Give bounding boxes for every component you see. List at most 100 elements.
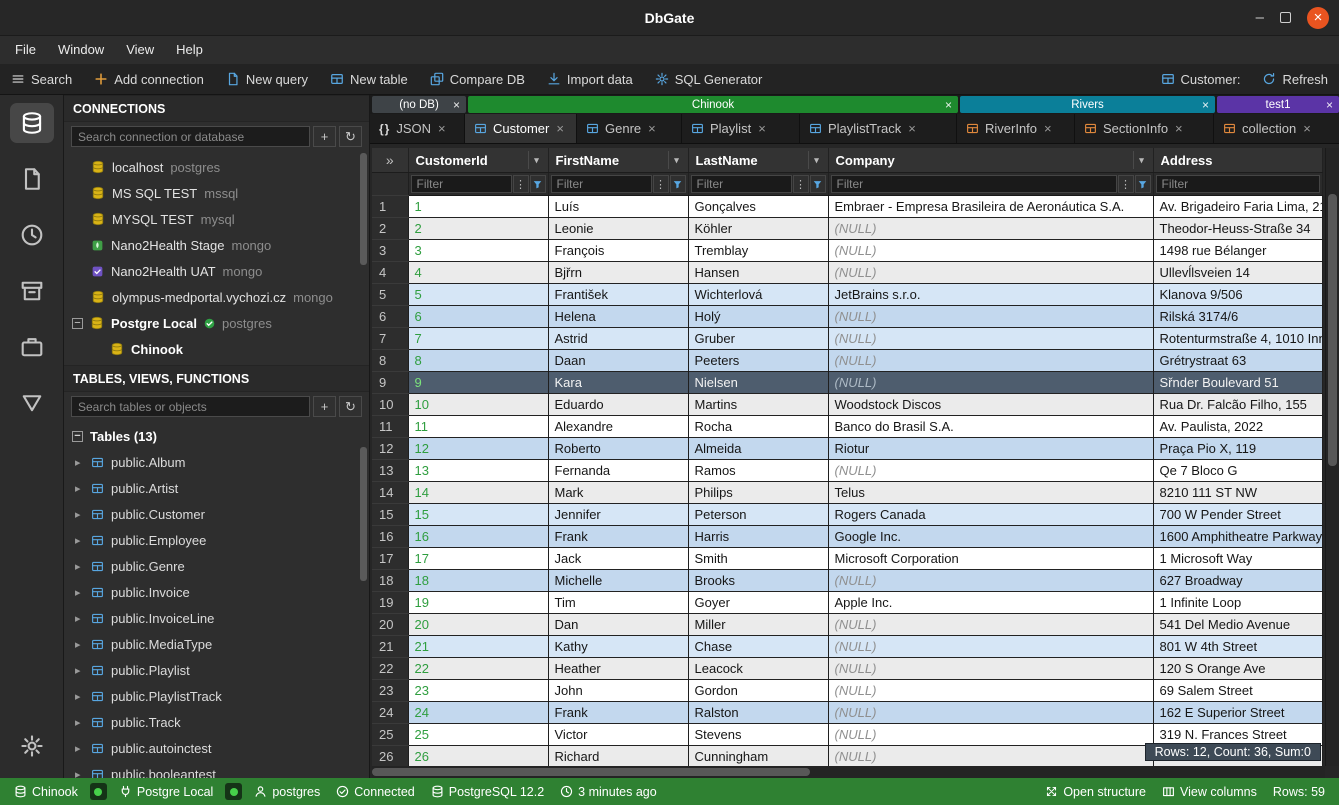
chevron-right-icon[interactable]: ▸ [75,664,84,677]
cell-company[interactable]: (NULL) [828,702,1153,724]
filter-input-lastname[interactable] [691,175,792,193]
cell-address[interactable]: 1498 rue Bélanger [1153,240,1323,262]
toolbar-customer[interactable]: Customer: [1150,64,1252,94]
objects-search-input[interactable] [71,396,310,417]
dbgroup-rivers[interactable]: Rivers× [960,96,1215,113]
table-item-public-genre[interactable]: ▸public.Genre [64,553,369,579]
cell-firstname[interactable]: Jack [548,548,688,570]
cell-lastname[interactable]: Gruber [688,328,828,350]
cell-company[interactable]: Riotur [828,438,1153,460]
cell-firstname[interactable]: Dan [548,614,688,636]
row-number[interactable]: 6 [372,306,408,328]
cell-lastname[interactable]: Smith [688,548,828,570]
connections-search-input[interactable] [71,126,310,147]
cell-address[interactable]: 120 S Orange Ave [1153,658,1323,680]
close-icon[interactable]: × [1175,121,1183,136]
cell-customerid[interactable]: 12 [408,438,548,460]
cell-lastname[interactable]: Goyer [688,592,828,614]
filter-input-firstname[interactable] [551,175,652,193]
connections-scrollbar[interactable] [360,153,367,265]
row-number[interactable]: 2 [372,218,408,240]
cell-firstname[interactable]: Frank [548,702,688,724]
expand-columns-button[interactable]: » [372,148,408,173]
cell-company[interactable]: Woodstock Discos [828,394,1153,416]
cell-customerid[interactable]: 23 [408,680,548,702]
cell-address[interactable]: Klanova 9/506 [1153,284,1323,306]
row-number[interactable]: 19 [372,592,408,614]
close-icon[interactable]: × [1202,98,1209,112]
cell-firstname[interactable]: Leonie [548,218,688,240]
kebab-menu-icon[interactable]: ⋮ [793,175,809,193]
close-icon[interactable]: × [1044,121,1052,136]
cell-address[interactable]: 1 Infinite Loop [1153,592,1323,614]
cell-customerid[interactable]: 6 [408,306,548,328]
cell-firstname[interactable]: John [548,680,688,702]
nav-filter-icon[interactable] [10,383,54,423]
cell-customerid[interactable]: 3 [408,240,548,262]
cell-company[interactable]: Embraer - Empresa Brasileira de Aeronáut… [828,196,1153,218]
grid-vertical-scrollbar[interactable] [1325,148,1339,766]
filter-input-customerid[interactable] [411,175,512,193]
row-number[interactable]: 12 [372,438,408,460]
cell-address[interactable]: Qe 7 Bloco G [1153,460,1323,482]
column-header-address[interactable]: Address [1153,148,1323,173]
menu-window[interactable]: Window [47,36,115,64]
nav-briefcase-icon[interactable] [10,327,54,367]
scrollbar-thumb[interactable] [1328,194,1337,466]
table-item-public-booleantest[interactable]: ▸public.booleantest [64,761,369,778]
chevron-down-icon[interactable]: ▾ [1133,151,1150,169]
cell-company[interactable]: (NULL) [828,570,1153,592]
cell-lastname[interactable]: Almeida [688,438,828,460]
toolbar-refresh[interactable]: Refresh [1251,64,1339,94]
menu-view[interactable]: View [115,36,165,64]
chevron-right-icon[interactable]: ▸ [75,456,84,469]
chevron-right-icon[interactable]: ▸ [75,690,84,703]
table-item-public-employee[interactable]: ▸public.Employee [64,527,369,553]
cell-address[interactable]: Rotenturmstraße 4, 1010 Innere Stadt [1153,328,1323,350]
cell-lastname[interactable]: Cunningham [688,746,828,768]
tab-collection[interactable]: collection× [1214,114,1339,143]
cell-firstname[interactable]: Tim [548,592,688,614]
cell-firstname[interactable]: Victor [548,724,688,746]
cell-address[interactable]: 700 W Pender Street [1153,504,1323,526]
chevron-right-icon[interactable]: ▸ [75,560,84,573]
cell-firstname[interactable]: Heather [548,658,688,680]
grid-horizontal-scrollbar[interactable] [372,766,1325,778]
cell-customerid[interactable]: 5 [408,284,548,306]
funnel-icon[interactable] [670,175,686,193]
cell-company[interactable]: (NULL) [828,460,1153,482]
chevron-right-icon[interactable]: ▸ [75,742,84,755]
nav-database-icon[interactable] [10,103,54,143]
cell-customerid[interactable]: 13 [408,460,548,482]
cell-firstname[interactable]: Michelle [548,570,688,592]
close-icon[interactable]: × [556,121,564,136]
nav-history-icon[interactable] [10,215,54,255]
cell-company[interactable]: (NULL) [828,328,1153,350]
cell-company[interactable]: JetBrains s.r.o. [828,284,1153,306]
cell-customerid[interactable]: 15 [408,504,548,526]
row-number[interactable]: 18 [372,570,408,592]
tab-playlisttrack[interactable]: PlaylistTrack× [800,114,957,143]
cell-address[interactable]: Sřnder Boulevard 51 [1153,372,1323,394]
connection-item-nano2health-uat[interactable]: Nano2Health UATmongo [64,258,369,284]
cell-firstname[interactable]: Frank [548,526,688,548]
cell-firstname[interactable]: Eduardo [548,394,688,416]
refresh-connections-button[interactable]: ↻ [339,126,362,147]
table-item-public-invoiceline[interactable]: ▸public.InvoiceLine [64,605,369,631]
cell-firstname[interactable]: Roberto [548,438,688,460]
chevron-down-icon[interactable]: ▾ [808,151,825,169]
row-number[interactable]: 16 [372,526,408,548]
cell-customerid[interactable]: 25 [408,724,548,746]
dbgroup-test1[interactable]: test1× [1217,96,1339,113]
cell-firstname[interactable]: Daan [548,350,688,372]
cell-customerid[interactable]: 19 [408,592,548,614]
minimize-button[interactable]: – [1256,10,1264,25]
row-number[interactable]: 15 [372,504,408,526]
cell-lastname[interactable]: Ramos [688,460,828,482]
row-number[interactable]: 11 [372,416,408,438]
cell-firstname[interactable]: Alexandre [548,416,688,438]
cell-address[interactable]: Rua Dr. Falcão Filho, 155 [1153,394,1323,416]
add-object-small-button[interactable]: + [313,396,336,417]
cell-company[interactable]: (NULL) [828,306,1153,328]
cell-firstname[interactable]: František [548,284,688,306]
